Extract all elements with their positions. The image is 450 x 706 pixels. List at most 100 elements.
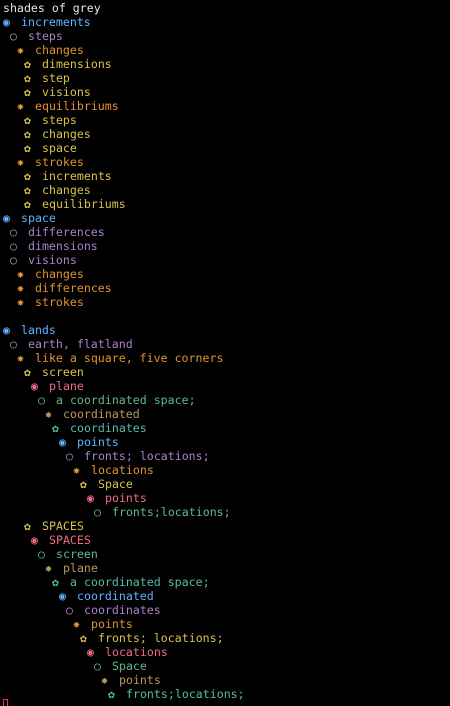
bullet-icon[interactable]: ○ — [94, 659, 105, 673]
bullet-icon[interactable]: ✿ — [24, 519, 35, 533]
outline-item[interactable]: ✸ plane — [0, 561, 450, 575]
outline-item[interactable]: ✸ points — [0, 617, 450, 631]
bullet-icon[interactable]: ✸ — [17, 351, 28, 365]
outline-item[interactable]: ✿ Space — [0, 477, 450, 491]
outline-item[interactable]: ○ fronts;locations; — [0, 505, 450, 519]
bullet-icon[interactable]: ✿ — [24, 169, 35, 183]
outline-item[interactable]: ✸ points — [0, 673, 450, 687]
outline-item[interactable]: ○ Space — [0, 659, 450, 673]
outline-item[interactable]: ◉ increments — [0, 15, 450, 29]
bullet-icon[interactable]: ◉ — [31, 379, 42, 393]
outline-item[interactable]: ✿ coordinates — [0, 421, 450, 435]
outline-item[interactable]: ✿ fronts; locations; — [0, 631, 450, 645]
bullet-icon[interactable]: ✿ — [24, 183, 35, 197]
bullet-icon[interactable]: ◉ — [3, 15, 14, 29]
outline-item[interactable]: ✸ like a square, five corners — [0, 351, 450, 365]
outline-item[interactable]: ✸ strokes — [0, 155, 450, 169]
outline-item[interactable]: ✿ changes — [0, 183, 450, 197]
outline-item[interactable]: ○ fronts; locations; — [0, 449, 450, 463]
bullet-icon[interactable]: ✸ — [17, 295, 28, 309]
bullet-icon[interactable]: ✿ — [80, 631, 91, 645]
bullet-icon[interactable]: ✸ — [73, 463, 84, 477]
outline-item[interactable]: ✿ changes — [0, 127, 450, 141]
bullet-icon[interactable]: ✿ — [24, 365, 35, 379]
outline-item[interactable]: ◉ lands — [0, 323, 450, 337]
bullet-icon[interactable]: ✸ — [101, 673, 112, 687]
bullet-icon[interactable]: ○ — [10, 225, 21, 239]
outline-item[interactable]: ✸ equilibriums — [0, 99, 450, 113]
outline-item[interactable]: ✸ locations — [0, 463, 450, 477]
bullet-icon[interactable]: ◉ — [31, 533, 42, 547]
bullet-icon[interactable]: ◉ — [87, 491, 98, 505]
outline-item[interactable]: ✸ strokes — [0, 295, 450, 309]
bullet-icon[interactable]: ✿ — [24, 57, 35, 71]
bullet-icon[interactable]: ○ — [94, 505, 105, 519]
outline-item-text: a coordinated space; — [49, 393, 196, 407]
bullet-icon[interactable]: ✿ — [52, 575, 63, 589]
outline-item[interactable]: ○ a coordinated space; — [0, 393, 450, 407]
bullet-icon[interactable]: ◉ — [59, 435, 70, 449]
bullet-icon[interactable]: ✿ — [24, 141, 35, 155]
bullet-icon[interactable]: ✸ — [17, 43, 28, 57]
outline-item[interactable]: ✿ fronts;locations; — [0, 687, 450, 701]
outline-item[interactable]: ○ coordinates — [0, 603, 450, 617]
bullet-icon[interactable]: ◉ — [59, 589, 70, 603]
bullet-icon[interactable]: ○ — [10, 29, 21, 43]
outline-item[interactable]: ✿ equilibriums — [0, 197, 450, 211]
bullet-icon[interactable]: ◉ — [3, 323, 14, 337]
bullet-icon[interactable]: ◉ — [87, 645, 98, 659]
bullet-icon[interactable]: ○ — [10, 239, 21, 253]
bullet-icon[interactable]: ✸ — [45, 561, 56, 575]
outline-item[interactable]: ○ earth, flatland — [0, 337, 450, 351]
outline-item[interactable]: ✿ SPACES — [0, 519, 450, 533]
outline-item[interactable]: ✿ visions — [0, 85, 450, 99]
outline-item[interactable]: ◉ plane — [0, 379, 450, 393]
bullet-icon[interactable]: ✸ — [73, 617, 84, 631]
bullet-icon[interactable]: ◉ — [3, 211, 14, 225]
outline-item[interactable]: ✿ steps — [0, 113, 450, 127]
outline-item[interactable]: ✸ changes — [0, 267, 450, 281]
outline-item[interactable]: ○ differences — [0, 225, 450, 239]
bullet-icon[interactable]: ✸ — [17, 281, 28, 295]
outline-item[interactable]: ○ steps — [0, 29, 450, 43]
bullet-icon[interactable]: ✸ — [45, 407, 56, 421]
bullet-icon[interactable]: ○ — [10, 253, 21, 267]
outline-item[interactable]: ◉ space — [0, 211, 450, 225]
outline-item[interactable]: ◉ coordinated — [0, 589, 450, 603]
bullet-icon[interactable]: ✿ — [24, 85, 35, 99]
outline-item[interactable]: ✿ a coordinated space; — [0, 575, 450, 589]
bullet-icon[interactable]: ○ — [66, 449, 77, 463]
bullet-icon[interactable]: ✿ — [108, 687, 119, 701]
outline-item-text: a coordinated space; — [63, 575, 210, 589]
outline-item[interactable]: ◉ points — [0, 491, 450, 505]
bullet-icon[interactable]: ○ — [66, 603, 77, 617]
bullet-icon[interactable]: ✿ — [24, 71, 35, 85]
blank-line[interactable] — [0, 309, 450, 323]
outline-item[interactable]: ✿ dimensions — [0, 57, 450, 71]
bullet-icon[interactable]: ✿ — [24, 127, 35, 141]
bullet-icon[interactable]: ○ — [38, 393, 49, 407]
bullet-icon[interactable]: ✿ — [80, 477, 91, 491]
outline-item[interactable]: ✸ changes — [0, 43, 450, 57]
outline-item[interactable]: ✿ step — [0, 71, 450, 85]
outline-item[interactable]: ✿ increments — [0, 169, 450, 183]
bullet-icon[interactable]: ○ — [10, 337, 21, 351]
outline-item[interactable]: ○ visions — [0, 253, 450, 267]
outline-item[interactable]: ○ dimensions — [0, 239, 450, 253]
bullet-icon[interactable]: ✿ — [24, 113, 35, 127]
outline-item[interactable]: ◉ locations — [0, 645, 450, 659]
outline-item[interactable]: ✿ screen — [0, 365, 450, 379]
bullet-icon[interactable]: ○ — [38, 547, 49, 561]
bullet-icon[interactable]: ✿ — [52, 421, 63, 435]
outline-item[interactable]: ◉ SPACES — [0, 533, 450, 547]
bullet-icon[interactable]: ✸ — [17, 99, 28, 113]
outline-item[interactable]: ✸ coordinated — [0, 407, 450, 421]
outline-editor[interactable]: shades of grey ◉ increments ○ steps ✸ chan… — [0, 0, 450, 706]
bullet-icon[interactable]: ✿ — [24, 197, 35, 211]
outline-item[interactable]: ○ screen — [0, 547, 450, 561]
outline-item[interactable]: ✸ differences — [0, 281, 450, 295]
outline-item[interactable]: ✿ space — [0, 141, 450, 155]
outline-item[interactable]: ◉ points — [0, 435, 450, 449]
bullet-icon[interactable]: ✸ — [17, 155, 28, 169]
bullet-icon[interactable]: ✸ — [17, 267, 28, 281]
